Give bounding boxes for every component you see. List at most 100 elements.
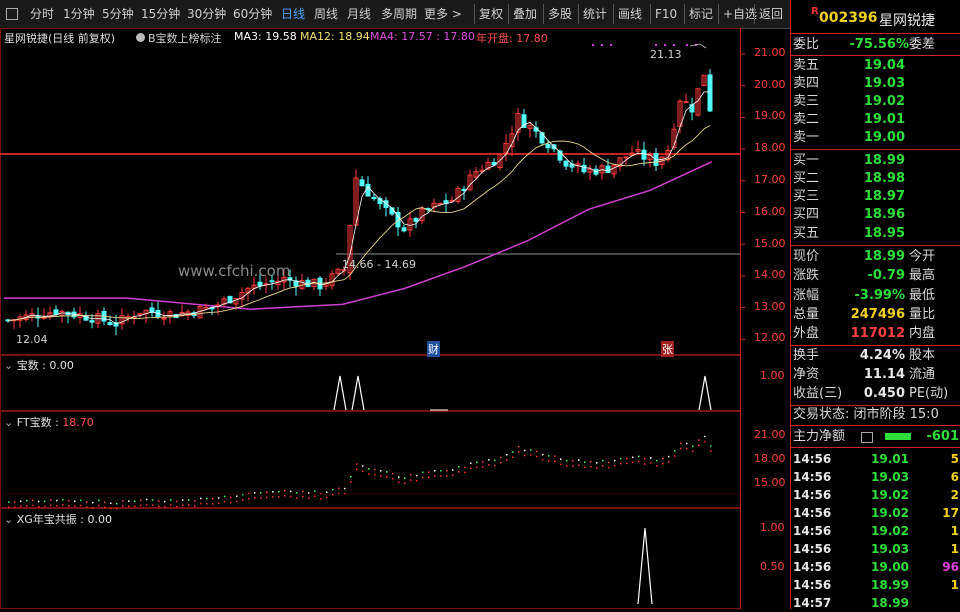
ft-dot [50,504,52,507]
restore-rights-button[interactable]: 复权 [474,4,503,24]
tick-price: 19.03 [871,470,909,484]
y-tick: 17.00 [754,173,786,186]
ft-dot [512,456,514,458]
trade-state: 交易状态: 闭市阶段 15:0 [793,407,939,422]
tick-volume: 1 [950,542,959,556]
period-tab-30min[interactable]: 30分钟 [187,4,226,24]
ft-dot [176,505,178,508]
ft-dot [542,458,544,461]
ft-dot [428,476,430,479]
ft-dot [290,495,292,498]
f10-button[interactable]: F10 [650,4,677,24]
period-tab-60min[interactable]: 60分钟 [233,4,272,24]
ft-dot [404,482,406,485]
ft-dot [224,500,226,503]
period-tab-fenshi[interactable]: 分时 [30,4,54,24]
ma12-value: MA12: 18.94 [300,30,370,43]
signal-dot [686,44,688,46]
y-tick: 12.00 [754,331,786,344]
indicator-label: B宝数上榜标注 [148,32,222,45]
tick-price: 19.01 [871,452,909,466]
y-tick: 20.00 [754,78,786,91]
ft-dot [350,481,352,483]
ft-dot [572,460,574,462]
tick-price: 19.02 [871,488,909,502]
add-watchlist-button[interactable]: +自选 [718,4,757,24]
ft-dot [464,471,466,474]
overlay-button[interactable]: 叠加 [508,4,537,24]
finance-marker[interactable]: 财 [427,341,440,357]
kline-chart[interactable] [0,28,790,609]
ask-row-5[interactable]: 卖五 19.04 [791,57,960,75]
panel-border [0,355,741,411]
ask-row-3[interactable]: 卖三 19.02 [791,93,960,111]
xg-spike [637,527,653,605]
period-tab-5min[interactable]: 5分钟 [102,4,134,24]
panel2-y-tick: 15.00 [754,476,786,489]
tick-price: 18.99 [871,596,909,610]
ft-dot [38,500,40,503]
ft-dot [104,501,106,504]
ft-dot [98,504,100,507]
ft-dot [650,457,652,459]
candle-body [401,227,407,232]
indicator-toggle-icon [136,33,145,42]
draw-line-button[interactable]: 画线 [613,4,642,24]
candle-body [707,74,713,112]
panel-border [0,411,741,508]
ask-row-4[interactable]: 卖四 19.03 [791,75,960,93]
rise-marker[interactable]: 张 [661,341,674,357]
period-tab-monthly[interactable]: 月线 [347,4,371,24]
ft-dot [374,473,376,476]
signal-dot [601,44,603,46]
ft-dot [380,475,382,477]
period-tab-multi[interactable]: 多周期 [381,4,417,24]
ask-row-2[interactable]: 卖二 19.01 [791,111,960,129]
tick-volume: 17 [942,506,959,520]
ask-row-1[interactable]: 卖一 19.00 [791,129,960,147]
stock-name: 星网锐捷 [879,13,935,29]
ft-dot [32,504,34,507]
bid-row-1[interactable]: 买一 18.99 [791,152,960,170]
period-tab-weekly[interactable]: 周线 [314,4,338,24]
tick-volume: 5 [950,452,959,466]
tick-row: 14:56 19.02 1 [791,522,960,540]
ft-dot [188,504,190,506]
ft-dot [68,499,70,502]
tick-time: 14:56 [793,542,832,556]
mark-button[interactable]: 标记 [684,4,713,24]
period-tab-1min[interactable]: 1分钟 [63,4,95,24]
back-button[interactable]: 返回 [754,4,783,24]
stats-button[interactable]: 统计 [578,4,607,24]
ft-dot [38,505,40,508]
period-tab-more[interactable]: 更多 > [424,4,462,24]
period-tab-15min[interactable]: 15分钟 [141,4,180,24]
period-tab-daily[interactable]: 日线 [281,4,305,24]
bid-row-5[interactable]: 买五 18.95 [791,225,960,243]
main-flow-row: 主力净额 -601 [793,429,959,444]
ft-dot [446,470,448,472]
ma3-line [7,91,711,325]
bid-row-3[interactable]: 买三 18.97 [791,188,960,206]
ft-dot [230,496,232,499]
ft-dot [206,497,208,500]
baoshu-spike [698,375,712,411]
panel3-title: ⌄ XG年宝共振 : 0.00 [4,513,112,526]
ft-dot [416,474,418,477]
multi-stock-button[interactable]: 多股 [543,4,572,24]
ft-dot [92,501,94,504]
ft-dot [56,504,58,507]
ft-dot [242,499,244,501]
bid-row-2[interactable]: 买二 18.98 [791,170,960,188]
ft-dot [458,471,460,473]
ft-dot [362,465,364,467]
ft-dot [536,455,538,458]
bid-row-4[interactable]: 买四 18.96 [791,206,960,224]
ft-dot [284,494,286,497]
tick-volume: 1 [950,578,959,592]
window-icon[interactable] [6,8,18,20]
ft-dot [686,442,688,445]
candle-body [683,101,689,104]
tick-time: 14:56 [793,506,832,520]
baoshu-spike [351,375,365,411]
